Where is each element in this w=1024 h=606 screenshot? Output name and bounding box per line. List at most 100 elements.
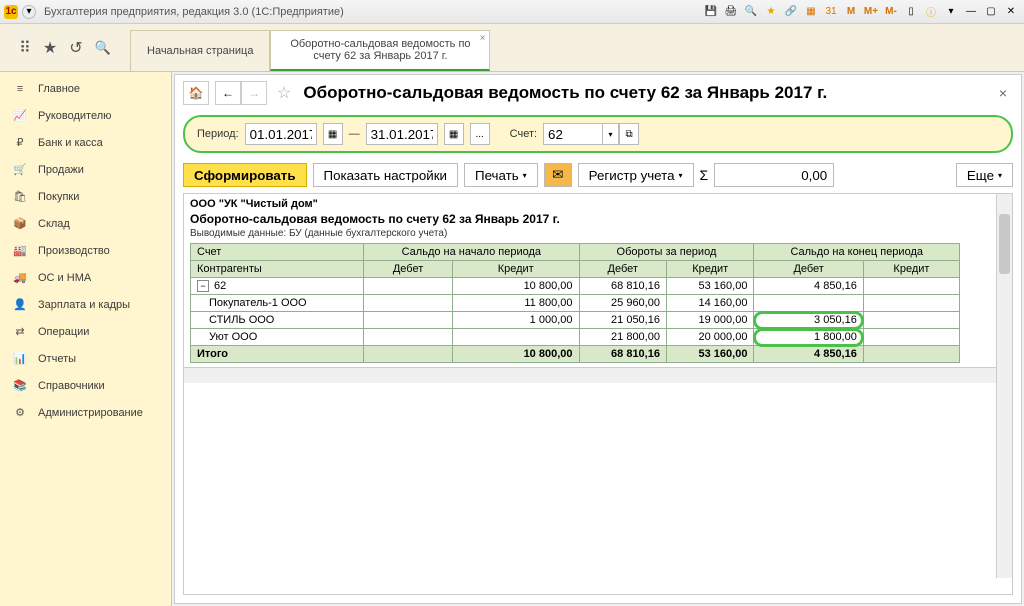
table-row[interactable]: − 6210 800,0068 810,1653 160,004 850,16 <box>191 278 960 295</box>
tb-mplus-icon[interactable]: M+ <box>862 4 880 20</box>
star-icon[interactable]: ★ <box>43 38 57 58</box>
tb-panel-icon[interactable]: ▯ <box>902 4 920 20</box>
tab-label-l1: Оборотно-сальдовая ведомость по <box>290 38 470 50</box>
tb-info-icon[interactable]: ⓘ <box>922 4 940 20</box>
sidebar-icon: 🏭 <box>12 244 28 257</box>
sidebar-icon: 🛒 <box>12 163 28 176</box>
page-content: 🏠 ← → ☆ Оборотно-сальдовая ведомость по … <box>174 74 1022 604</box>
tb-print-icon[interactable]: 🖨 <box>722 4 740 20</box>
sidebar-item[interactable]: ⇄ Операции <box>0 318 171 345</box>
apps-icon[interactable]: ⠿ <box>19 38 31 58</box>
tb-calc-icon[interactable]: ▦ <box>802 4 820 20</box>
sum-output[interactable] <box>714 163 834 187</box>
sidebar-item[interactable]: 🛒Продажи <box>0 156 171 183</box>
account-label: Счет: <box>510 128 537 140</box>
sidebar-item[interactable]: 📦Склад <box>0 210 171 237</box>
maximize-icon[interactable]: ▢ <box>982 4 1000 20</box>
tb-cal-icon[interactable]: 31 <box>822 4 840 20</box>
sidebar-label: Руководителю <box>38 110 111 122</box>
account-input[interactable] <box>543 123 603 145</box>
back-button[interactable]: ← <box>215 81 241 105</box>
close-icon[interactable]: ✕ <box>1002 4 1020 20</box>
sidebar-icon: 📚 <box>12 379 28 392</box>
tab-report[interactable]: Оборотно-сальдовая ведомость по счету 62… <box>270 30 490 71</box>
col-td: Дебет <box>579 261 666 278</box>
col-sd: Дебет <box>364 261 453 278</box>
search-icon[interactable]: 🔍 <box>95 40 111 56</box>
tab-bar: ⠿ ★ ↺ 🔍 Начальная страница Оборотно-саль… <box>0 24 1024 72</box>
calendar-to-icon[interactable]: ▦ <box>444 123 464 145</box>
email-button[interactable]: ✉ <box>544 163 572 187</box>
sidebar-label: Отчеты <box>38 353 76 365</box>
tb-search-icon[interactable]: 🔍 <box>742 4 760 20</box>
date-to-input[interactable] <box>366 123 438 145</box>
sidebar-item[interactable]: 📊Отчеты <box>0 345 171 372</box>
col-tc: Кредит <box>666 261 753 278</box>
page-close-icon[interactable]: × <box>993 85 1013 101</box>
table-row[interactable]: Покупатель-1 ООО11 800,0025 960,0014 160… <box>191 295 960 312</box>
register-button[interactable]: Регистр учета ▾ <box>578 163 694 187</box>
account-dropdown-icon[interactable]: ▾ <box>603 123 619 145</box>
sigma-icon: Σ <box>700 167 709 183</box>
period-picker-button[interactable]: ... <box>470 123 490 145</box>
sidebar-label: Операции <box>38 326 89 338</box>
tb-star-icon[interactable]: ★ <box>762 4 780 20</box>
sidebar-item[interactable]: 📚Справочники <box>0 372 171 399</box>
vertical-scrollbar[interactable] <box>996 194 1012 578</box>
tb-m-icon[interactable]: M <box>842 4 860 20</box>
history-icon[interactable]: ↺ <box>69 38 82 58</box>
print-button[interactable]: Печать ▾ <box>464 163 538 187</box>
account-lookup-icon[interactable]: ⧉ <box>619 123 639 145</box>
col-start: Сальдо на начало периода <box>364 244 579 261</box>
sidebar-icon: ₽ <box>12 136 28 149</box>
sidebar-label: Производство <box>38 245 110 257</box>
dropdown-icon[interactable]: ▾ <box>22 5 36 19</box>
sidebar-label: ОС и НМА <box>38 272 91 284</box>
tb-mminus-icon[interactable]: M- <box>882 4 900 20</box>
tab-close-icon[interactable]: × <box>480 33 486 44</box>
sidebar-item[interactable]: ≡Главное <box>0 76 171 102</box>
sidebar-label: Главное <box>38 83 80 95</box>
calendar-from-icon[interactable]: ▦ <box>323 123 343 145</box>
report-table: Счет Сальдо на начало периода Обороты за… <box>190 243 960 363</box>
generate-button[interactable]: Сформировать <box>183 163 307 187</box>
favorite-icon[interactable]: ☆ <box>277 83 291 103</box>
report-title: Оборотно-сальдовая ведомость по счету 62… <box>190 212 1006 226</box>
sidebar-icon: ⚙ <box>12 406 28 419</box>
home-button[interactable]: 🏠 <box>183 81 209 105</box>
sidebar-item[interactable]: 🛍Покупки <box>0 183 171 210</box>
sidebar-icon: ⇄ <box>12 325 28 338</box>
action-bar: Сформировать Показать настройки Печать ▾… <box>175 157 1021 193</box>
sidebar-item[interactable]: 👤 Зарплата и кадры <box>0 291 171 318</box>
show-settings-button[interactable]: Показать настройки <box>313 163 458 187</box>
tab-label-l2: счету 62 за Январь 2017 г. <box>313 50 447 62</box>
sidebar-item[interactable]: 📈Руководителю <box>0 102 171 129</box>
report-subtitle: Выводимые данные: БУ (данные бухгалтерск… <box>190 228 1006 239</box>
col-account: Счет <box>191 244 364 261</box>
sidebar-item[interactable]: 🚚ОС и НМА <box>0 264 171 291</box>
sidebar-icon: 👤 <box>12 298 28 311</box>
sidebar-item[interactable]: 🏭 Производство <box>0 237 171 264</box>
tb-info-dd-icon[interactable]: ▾ <box>942 4 960 20</box>
tb-link-icon[interactable]: 🔗 <box>782 4 800 20</box>
collapse-icon[interactable]: − <box>197 280 209 292</box>
sidebar-item[interactable]: ₽Банк и касса <box>0 129 171 156</box>
sidebar-item[interactable]: ⚙ Администрирование <box>0 399 171 426</box>
sidebar-label: Зарплата и кадры <box>38 299 130 311</box>
col-sc: Кредит <box>452 261 579 278</box>
window-titlebar: 1c ▾ Бухгалтерия предприятия, редакция 3… <box>0 0 1024 24</box>
sidebar-label: Администрирование <box>38 407 143 419</box>
sidebar-label: Склад <box>38 218 70 230</box>
table-row[interactable]: СТИЛЬ ООО1 000,0021 050,1619 000,003 050… <box>191 312 960 329</box>
col-turn: Обороты за период <box>579 244 754 261</box>
table-row[interactable]: Уют ООО21 800,0020 000,001 800,00 <box>191 329 960 346</box>
tb-save-icon[interactable]: 💾 <box>702 4 720 20</box>
app-icon-1c: 1c <box>4 5 18 19</box>
horizontal-scrollbar[interactable] <box>184 367 1012 383</box>
date-from-input[interactable] <box>245 123 317 145</box>
more-button[interactable]: Еще ▾ <box>956 163 1013 187</box>
forward-button[interactable]: → <box>241 81 267 105</box>
tab-start-page[interactable]: Начальная страница <box>130 30 270 71</box>
minimize-icon[interactable]: — <box>962 4 980 20</box>
nav-sidebar: ≡Главное📈Руководителю₽Банк и касса🛒Прода… <box>0 72 172 606</box>
